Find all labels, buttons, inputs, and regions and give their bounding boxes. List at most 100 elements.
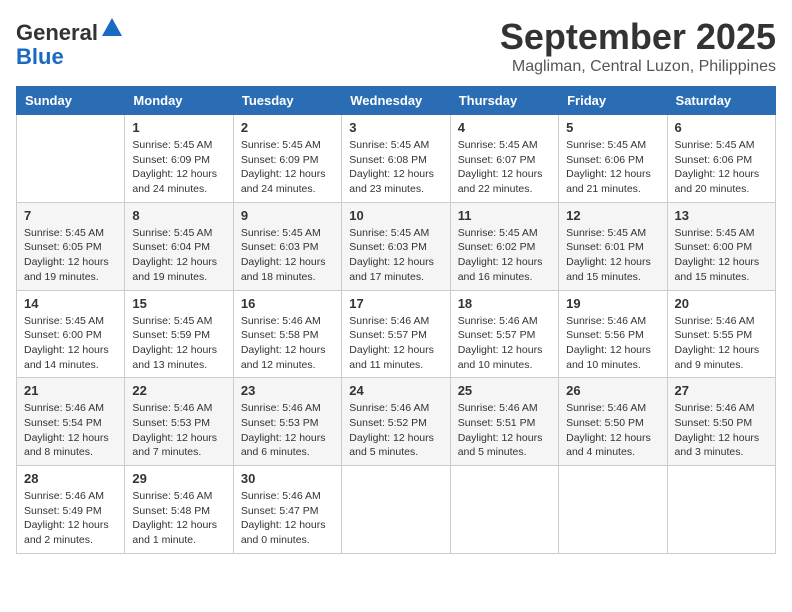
calendar-cell: 25 Sunrise: 5:46 AMSunset: 5:51 PMDayligh… [450, 378, 558, 466]
day-number: 14 [24, 296, 117, 311]
calendar-cell: 9Sunrise: 5:45 AMSunset: 6:03 PMDaylight… [233, 202, 341, 290]
day-number: 10 [349, 208, 442, 223]
calendar-cell [17, 115, 125, 203]
day-info: Sunrise: 5:45 AMSunset: 6:09 PMDaylight:… [132, 138, 225, 197]
day-number: 7 [24, 208, 117, 223]
day-number: 24 [349, 383, 442, 398]
day-number: 29 [132, 471, 225, 486]
day-number: 13 [675, 208, 768, 223]
header-monday: Monday [125, 87, 233, 115]
day-info: Sunrise: 5:46 AMSunset: 5:50 PMDaylight:… [566, 401, 659, 460]
day-number: 2 [241, 120, 334, 135]
day-info: Sunrise: 5:46 AMSunset: 5:53 PMDaylight:… [132, 401, 225, 460]
calendar-cell: 15 Sunrise: 5:45 AMSunset: 5:59 PMDayligh… [125, 290, 233, 378]
calendar-cell: 7 Sunrise: 5:45 AMSunset: 6:05 PMDaylight… [17, 202, 125, 290]
calendar-cell: 3 Sunrise: 5:45 AMSunset: 6:08 PMDaylight… [342, 115, 450, 203]
calendar-cell: 11 Sunrise: 5:45 AMSunset: 6:02 PMDayligh… [450, 202, 558, 290]
day-info: Sunrise: 5:46 AMSunset: 5:57 PMDaylight:… [458, 314, 551, 373]
day-info: Sunrise: 5:45 AMSunset: 6:09 PMDaylight:… [241, 138, 334, 197]
day-info: Sunrise: 5:46 AMSunset: 5:58 PMDaylight:… [241, 314, 334, 373]
calendar-cell: 26 Sunrise: 5:46 AMSunset: 5:50 PMDayligh… [559, 378, 667, 466]
day-number: 18 [458, 296, 551, 311]
calendar-cell: 30 Sunrise: 5:46 AMSunset: 5:47 PMDayligh… [233, 466, 341, 554]
calendar-cell: 1 Sunrise: 5:45 AMSunset: 6:09 PMDaylight… [125, 115, 233, 203]
day-number: 19 [566, 296, 659, 311]
calendar-cell: 10 Sunrise: 5:45 AMSunset: 6:03 PMDayligh… [342, 202, 450, 290]
calendar-cell: 27 Sunrise: 5:46 AMSunset: 5:50 PMDayligh… [667, 378, 775, 466]
header-thursday: Thursday [450, 87, 558, 115]
day-number: 12 [566, 208, 659, 223]
day-number: 20 [675, 296, 768, 311]
day-number: 11 [458, 208, 551, 223]
day-number: 21 [24, 383, 117, 398]
day-number: 3 [349, 120, 442, 135]
logo-blue-text: Blue [16, 44, 64, 69]
day-info: Sunrise: 5:45 AMSunset: 5:59 PMDaylight:… [132, 314, 225, 373]
calendar-cell: 19Sunrise: 5:46 AMSunset: 5:56 PMDayligh… [559, 290, 667, 378]
calendar-week-2: 7 Sunrise: 5:45 AMSunset: 6:05 PMDaylight… [17, 202, 776, 290]
calendar-header-row: SundayMondayTuesdayWednesdayThursdayFrid… [17, 87, 776, 115]
calendar-cell: 22Sunrise: 5:46 AMSunset: 5:53 PMDayligh… [125, 378, 233, 466]
calendar-week-5: 28 Sunrise: 5:46 AMSunset: 5:49 PMDayligh… [17, 466, 776, 554]
day-number: 8 [132, 208, 225, 223]
calendar-cell: 2 Sunrise: 5:45 AMSunset: 6:09 PMDaylight… [233, 115, 341, 203]
day-number: 9 [241, 208, 334, 223]
calendar-cell: 14 Sunrise: 5:45 AMSunset: 6:00 PMDayligh… [17, 290, 125, 378]
day-info: Sunrise: 5:46 AMSunset: 5:51 PMDaylight:… [458, 401, 551, 460]
logo: General Blue [16, 16, 124, 69]
calendar-cell: 5 Sunrise: 5:45 AMSunset: 6:06 PMDaylight… [559, 115, 667, 203]
logo-icon [100, 16, 124, 40]
day-info: Sunrise: 5:45 AMSunset: 6:01 PMDaylight:… [566, 226, 659, 285]
day-info: Sunrise: 5:45 AMSunset: 6:04 PMDaylight:… [132, 226, 225, 285]
calendar-cell: 28 Sunrise: 5:46 AMSunset: 5:49 PMDayligh… [17, 466, 125, 554]
calendar-cell: 20 Sunrise: 5:46 AMSunset: 5:55 PMDayligh… [667, 290, 775, 378]
calendar-cell [342, 466, 450, 554]
day-info: Sunrise: 5:45 AMSunset: 6:08 PMDaylight:… [349, 138, 442, 197]
page-header: General Blue September 2025 Magliman, Ce… [16, 16, 776, 76]
day-info: Sunrise: 5:46 AMSunset: 5:55 PMDaylight:… [675, 314, 768, 373]
day-info: Sunrise: 5:45 AMSunset: 6:07 PMDaylight:… [458, 138, 551, 197]
calendar-cell [559, 466, 667, 554]
calendar-cell: 13 Sunrise: 5:45 AMSunset: 6:00 PMDayligh… [667, 202, 775, 290]
calendar-cell: 29 Sunrise: 5:46 AMSunset: 5:48 PMDayligh… [125, 466, 233, 554]
day-number: 16 [241, 296, 334, 311]
day-number: 25 [458, 383, 551, 398]
logo-general-text: General [16, 20, 98, 45]
day-info: Sunrise: 5:46 AMSunset: 5:49 PMDaylight:… [24, 489, 117, 548]
day-info: Sunrise: 5:46 AMSunset: 5:52 PMDaylight:… [349, 401, 442, 460]
day-info: Sunrise: 5:46 AMSunset: 5:47 PMDaylight:… [241, 489, 334, 548]
calendar-cell: 4 Sunrise: 5:45 AMSunset: 6:07 PMDaylight… [450, 115, 558, 203]
day-info: Sunrise: 5:45 AMSunset: 6:00 PMDaylight:… [675, 226, 768, 285]
calendar-cell: 16 Sunrise: 5:46 AMSunset: 5:58 PMDayligh… [233, 290, 341, 378]
calendar-cell: 23Sunrise: 5:46 AMSunset: 5:53 PMDayligh… [233, 378, 341, 466]
calendar-cell: 18 Sunrise: 5:46 AMSunset: 5:57 PMDayligh… [450, 290, 558, 378]
month-title: September 2025 [500, 16, 776, 58]
day-info: Sunrise: 5:45 AMSunset: 6:05 PMDaylight:… [24, 226, 117, 285]
calendar-cell: 21 Sunrise: 5:46 AMSunset: 5:54 PMDayligh… [17, 378, 125, 466]
calendar-cell: 24 Sunrise: 5:46 AMSunset: 5:52 PMDayligh… [342, 378, 450, 466]
day-number: 30 [241, 471, 334, 486]
day-number: 28 [24, 471, 117, 486]
day-info: Sunrise: 5:45 AMSunset: 6:03 PMDaylight:… [349, 226, 442, 285]
day-info: Sunrise: 5:45 AMSunset: 6:06 PMDaylight:… [566, 138, 659, 197]
location-title: Magliman, Central Luzon, Philippines [500, 58, 776, 76]
day-number: 5 [566, 120, 659, 135]
calendar-week-1: 1 Sunrise: 5:45 AMSunset: 6:09 PMDaylight… [17, 115, 776, 203]
day-number: 4 [458, 120, 551, 135]
header-saturday: Saturday [667, 87, 775, 115]
day-info: Sunrise: 5:46 AMSunset: 5:50 PMDaylight:… [675, 401, 768, 460]
header-sunday: Sunday [17, 87, 125, 115]
day-info: Sunrise: 5:46 AMSunset: 5:54 PMDaylight:… [24, 401, 117, 460]
day-number: 15 [132, 296, 225, 311]
day-number: 1 [132, 120, 225, 135]
calendar-cell: 8 Sunrise: 5:45 AMSunset: 6:04 PMDaylight… [125, 202, 233, 290]
calendar-cell [667, 466, 775, 554]
day-number: 23 [241, 383, 334, 398]
day-number: 26 [566, 383, 659, 398]
calendar-cell: 6Sunrise: 5:45 AMSunset: 6:06 PMDaylight… [667, 115, 775, 203]
day-info: Sunrise: 5:45 AMSunset: 6:02 PMDaylight:… [458, 226, 551, 285]
day-info: Sunrise: 5:46 AMSunset: 5:48 PMDaylight:… [132, 489, 225, 548]
day-info: Sunrise: 5:45 AMSunset: 6:00 PMDaylight:… [24, 314, 117, 373]
day-number: 27 [675, 383, 768, 398]
calendar-table: SundayMondayTuesdayWednesdayThursdayFrid… [16, 86, 776, 554]
